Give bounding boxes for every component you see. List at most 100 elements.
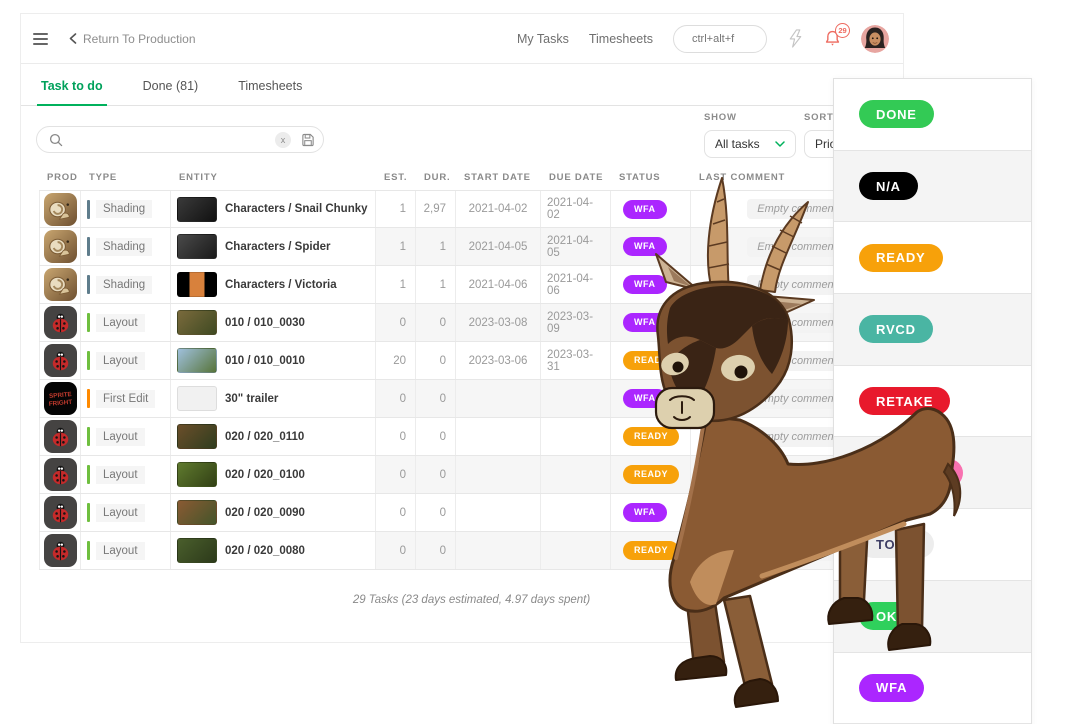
table-row[interactable]: ShadingCharacters / Snail Chunky12,97202… (39, 190, 904, 228)
table-row[interactable]: Layout010 / 010_0030002023-03-082023-03-… (39, 304, 904, 342)
entity-name: Characters / Snail Chunky (225, 203, 368, 215)
table-body: ShadingCharacters / Snail Chunky12,97202… (39, 190, 904, 570)
status-option-rvcd[interactable]: RVCD (859, 315, 933, 343)
back-link-label: Return To Production (83, 32, 196, 46)
due-date-cell: 2021-04-06 (541, 266, 611, 303)
status-badge[interactable]: WFA (623, 237, 667, 256)
task-type-color-bar (87, 275, 90, 294)
prod-cell: SPRITEFRIGHT (39, 380, 81, 417)
save-filter-icon[interactable] (301, 133, 315, 147)
nav-timesheets[interactable]: Timesheets (589, 32, 653, 46)
start-date-cell (456, 380, 541, 417)
entity-name: 020 / 020_0090 (225, 507, 305, 519)
status-badge[interactable]: READY (623, 541, 679, 560)
table-row[interactable]: SPRITEFRIGHTFirst Edit30" trailer00WFAEm… (39, 380, 904, 418)
entity-thumbnail (177, 348, 217, 373)
status-option-retake[interactable]: RETAKE (859, 387, 950, 415)
quick-action-button[interactable] (787, 29, 804, 48)
menu-icon[interactable] (31, 28, 49, 50)
filter-bar: x SHOW All tasks SORTED Priority (21, 110, 903, 168)
status-cell: WFA (611, 191, 691, 227)
entity-cell: Characters / Snail Chunky (171, 191, 376, 227)
column-header: PROD (39, 168, 81, 190)
global-search[interactable] (673, 25, 767, 53)
tab-task-to-do[interactable]: Task to do (39, 79, 105, 105)
estimation-cell: 1 (376, 191, 416, 227)
start-date-cell (456, 456, 541, 493)
column-header: STATUS (611, 168, 691, 190)
due-date-cell (541, 380, 611, 417)
last-comment: Empty comment (747, 389, 846, 409)
status-badge[interactable]: WFA (623, 389, 667, 408)
avatar-photo (861, 25, 889, 53)
status-panel-item[interactable]: RETAKE (834, 366, 1031, 438)
status-badge[interactable]: WFA (623, 275, 667, 294)
last-comment: Empty comment (747, 427, 846, 447)
status-option-n-a[interactable]: N/A (859, 172, 918, 200)
table-row[interactable]: Layout020 / 020_009000WFAEmpty comment (39, 494, 904, 532)
status-panel-item[interactable] (834, 437, 1031, 509)
entity-cell: 020 / 020_0100 (171, 456, 376, 493)
prod-cell (39, 342, 81, 379)
status-badge[interactable]: READY (623, 427, 679, 446)
table-row[interactable]: Layout020 / 020_010000READYEmpty comment (39, 456, 904, 494)
user-avatar[interactable] (861, 25, 889, 53)
due-date-cell (541, 456, 611, 493)
status-badge[interactable]: WFA (623, 503, 667, 522)
task-type-label: Layout (96, 314, 145, 332)
status-badge[interactable]: WFA (623, 313, 667, 332)
task-type-color-bar (87, 465, 90, 484)
status-badge[interactable]: READY (623, 351, 679, 370)
status-option-wfa[interactable]: WFA (859, 674, 924, 702)
table-row[interactable]: Layout010 / 010_00102002023-03-062023-03… (39, 342, 904, 380)
status-panel-item[interactable]: DONE (834, 79, 1031, 151)
type-cell: Layout (81, 494, 171, 531)
table-row[interactable]: Layout020 / 020_008000READYEmpty comment (39, 532, 904, 570)
status-badge[interactable]: READY (623, 465, 679, 484)
status-badge[interactable]: WFA (623, 200, 667, 219)
nav-my-tasks[interactable]: My Tasks (517, 32, 569, 46)
status-panel-item[interactable]: WFA (834, 653, 1031, 724)
chevron-left-icon (69, 33, 77, 44)
status-option-ok[interactable]: OK (859, 602, 914, 630)
global-search-input[interactable] (692, 33, 754, 45)
back-to-production-link[interactable]: Return To Production (69, 32, 196, 46)
status-panel-item[interactable]: RVCD (834, 294, 1031, 366)
show-filter-dropdown[interactable]: All tasks (704, 130, 796, 158)
entity-name: 30" trailer (225, 393, 278, 405)
last-comment: Empty comment (747, 199, 846, 219)
status-panel-item[interactable]: N/A (834, 151, 1031, 223)
status-panel-item[interactable]: TODO (834, 509, 1031, 581)
ladybug-production-icon (44, 306, 77, 339)
entity-name: 020 / 020_0100 (225, 469, 305, 481)
entity-name: Characters / Victoria (225, 279, 337, 291)
column-header: DUE DATE (541, 168, 611, 190)
due-date-cell: 2023-03-09 (541, 304, 611, 341)
task-search-input[interactable] (71, 133, 275, 147)
column-header: TYPE (81, 168, 171, 190)
tab-done-81-[interactable]: Done (81) (141, 79, 201, 105)
task-type-color-bar (87, 313, 90, 332)
task-type-color-bar (87, 389, 90, 408)
tab-timesheets[interactable]: Timesheets (236, 79, 304, 105)
status-option-todo[interactable]: TODO (859, 530, 934, 558)
estimation-cell: 0 (376, 494, 416, 531)
table-row[interactable]: ShadingCharacters / Spider112021-04-0520… (39, 228, 904, 266)
status-option-ready[interactable]: READY (859, 244, 943, 272)
duration-cell: 1 (416, 266, 456, 303)
task-type-label: Layout (96, 504, 145, 522)
estimation-cell: 0 (376, 456, 416, 493)
notifications-button[interactable]: 29 (824, 30, 841, 48)
table-row[interactable]: ShadingCharacters / Victoria112021-04-06… (39, 266, 904, 304)
table-row[interactable]: Layout020 / 020_011000READYEmpty comment (39, 418, 904, 456)
duration-cell: 0 (416, 304, 456, 341)
status-option-done[interactable]: DONE (859, 100, 934, 128)
status-panel-item[interactable]: OK (834, 581, 1031, 653)
estimation-cell: 0 (376, 532, 416, 569)
clear-search-button[interactable]: x (275, 132, 291, 148)
type-cell: Layout (81, 456, 171, 493)
entity-name: 010 / 010_0010 (225, 355, 305, 367)
status-option-hidden[interactable] (859, 459, 963, 487)
status-panel-item[interactable]: READY (834, 222, 1031, 294)
status-cell: WFA (611, 228, 691, 265)
